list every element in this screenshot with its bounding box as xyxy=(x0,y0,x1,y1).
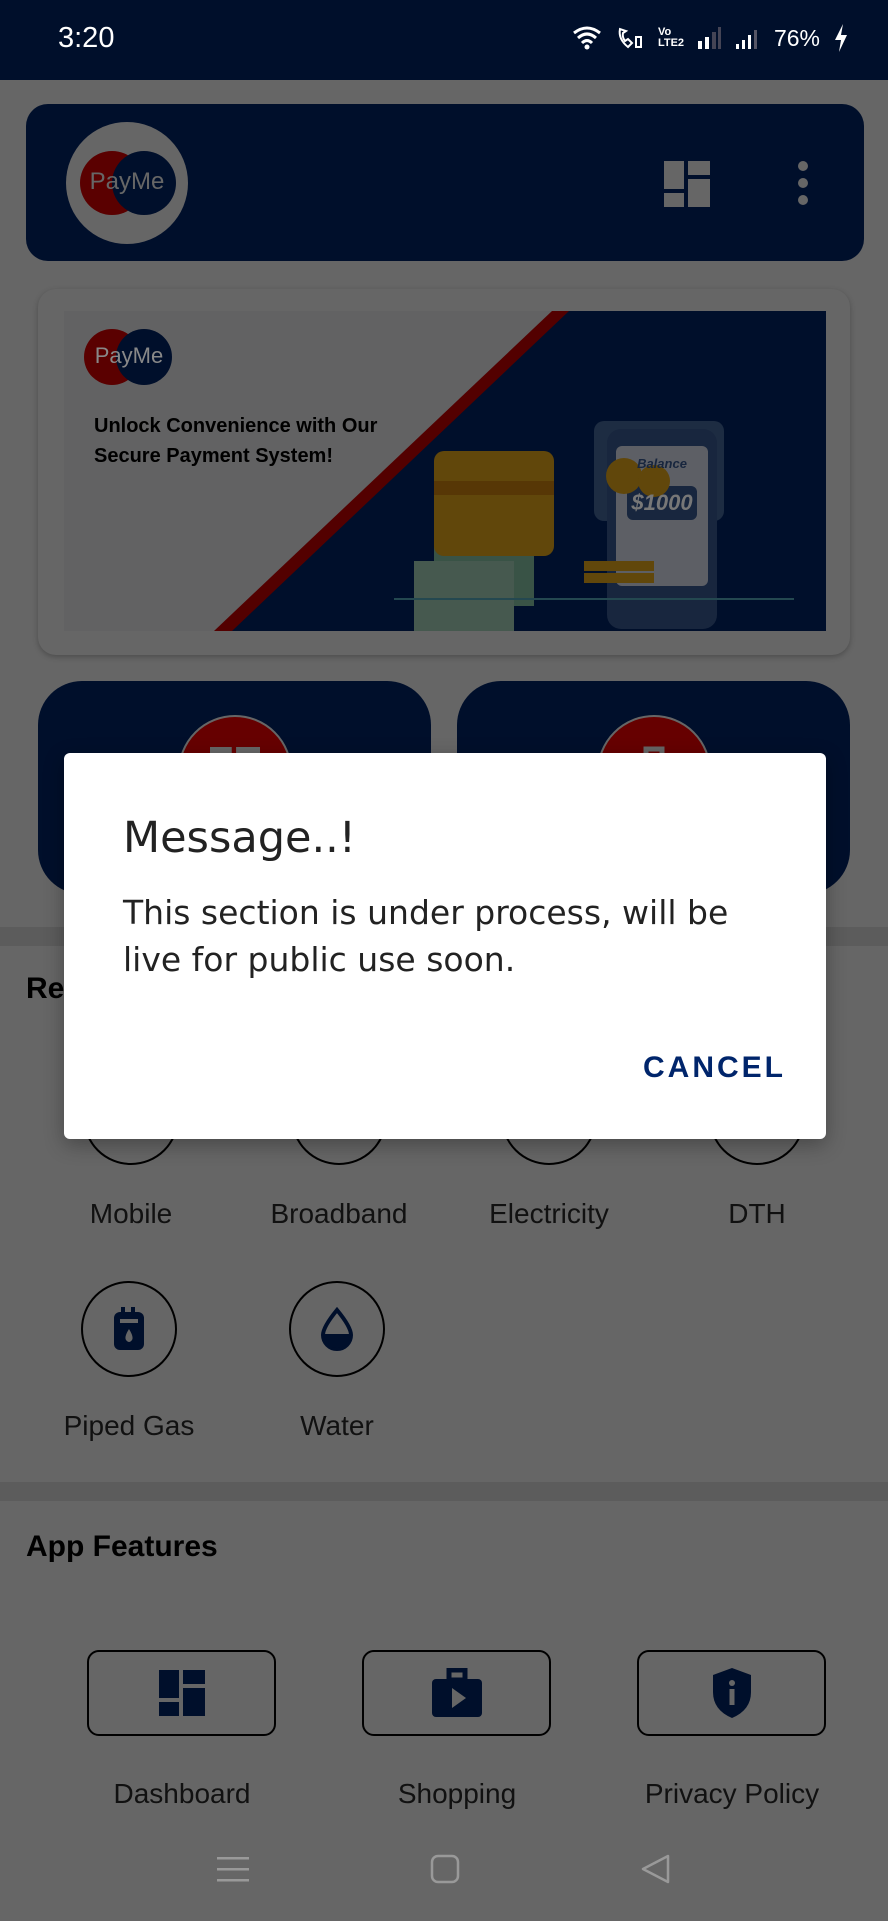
balance-label: Balance xyxy=(637,456,687,471)
signal-icon-2 xyxy=(735,30,757,49)
water-drop-icon xyxy=(320,1307,354,1351)
home-icon[interactable] xyxy=(430,1854,460,1884)
dialog-title: Message..! xyxy=(123,813,357,863)
feature-label: Dashboard xyxy=(113,1778,251,1809)
dialog-message: This section is under process, will be l… xyxy=(123,893,729,979)
banner-logo: PayMe xyxy=(84,329,174,385)
bill-label: Broadband xyxy=(270,1198,408,1229)
payme-logo: PayMe xyxy=(66,122,188,244)
wifi-call-icon xyxy=(618,27,642,49)
dashboard-icon xyxy=(158,1670,205,1716)
feature-dashboard-button[interactable] xyxy=(87,1650,276,1736)
promo-banner-carousel[interactable]: PayMe Unlock Convenience with Our Secure… xyxy=(38,289,850,889)
battery-level: 76% xyxy=(773,24,820,51)
features-section-title: App Features xyxy=(26,1530,218,1563)
bill-label: DTH xyxy=(728,1198,786,1229)
feature-shopping-button[interactable] xyxy=(362,1650,551,1736)
banner-image: PayMe Unlock Convenience with Our Secure… xyxy=(64,311,826,631)
status-time: 3:20 xyxy=(58,22,115,54)
banner-logo-text: PayMe xyxy=(94,343,164,368)
feature-privacy-policy-button[interactable] xyxy=(637,1650,826,1736)
system-nav-bar xyxy=(0,1836,888,1921)
section-divider xyxy=(0,1482,888,1501)
banner-headline: Unlock Convenience with Our Secure Payme… xyxy=(94,415,378,467)
more-vert-icon[interactable] xyxy=(795,160,811,206)
balance-value: $1000 xyxy=(631,490,693,515)
logo-text: PayMe xyxy=(89,168,165,195)
recents-menu-icon[interactable] xyxy=(217,1854,249,1884)
bill-water-button[interactable] xyxy=(289,1281,385,1377)
shopping-bag-play-icon xyxy=(431,1668,482,1717)
bill-piped-gas-button[interactable] xyxy=(81,1281,177,1377)
cancel-button[interactable]: CANCEL xyxy=(643,1051,786,1085)
feature-label: Privacy Policy xyxy=(644,1778,820,1809)
message-dialog: Message..! This section is under process… xyxy=(64,753,826,1139)
system-icons: Vo LTE2 76% xyxy=(572,24,848,52)
signal-icon xyxy=(697,27,721,49)
wifi-icon xyxy=(573,26,601,50)
bill-label: Piped Gas xyxy=(63,1410,195,1441)
bill-label: Mobile xyxy=(89,1198,173,1229)
dashboard-grid-icon[interactable] xyxy=(664,161,710,207)
shield-info-icon xyxy=(712,1668,751,1718)
recharge-section-title: Re xyxy=(26,972,65,1005)
volte-label: Vo LTE2 xyxy=(657,26,685,49)
charging-icon xyxy=(835,24,847,52)
back-icon[interactable] xyxy=(640,1854,670,1884)
bill-label: Water xyxy=(300,1410,374,1441)
bill-label: Electricity xyxy=(489,1198,609,1229)
feature-label: Shopping xyxy=(397,1778,517,1809)
gas-cylinder-icon xyxy=(114,1307,144,1350)
status-bar: 3:20 Vo LTE2 76% xyxy=(0,0,888,80)
app-header: PayMe xyxy=(26,104,864,261)
